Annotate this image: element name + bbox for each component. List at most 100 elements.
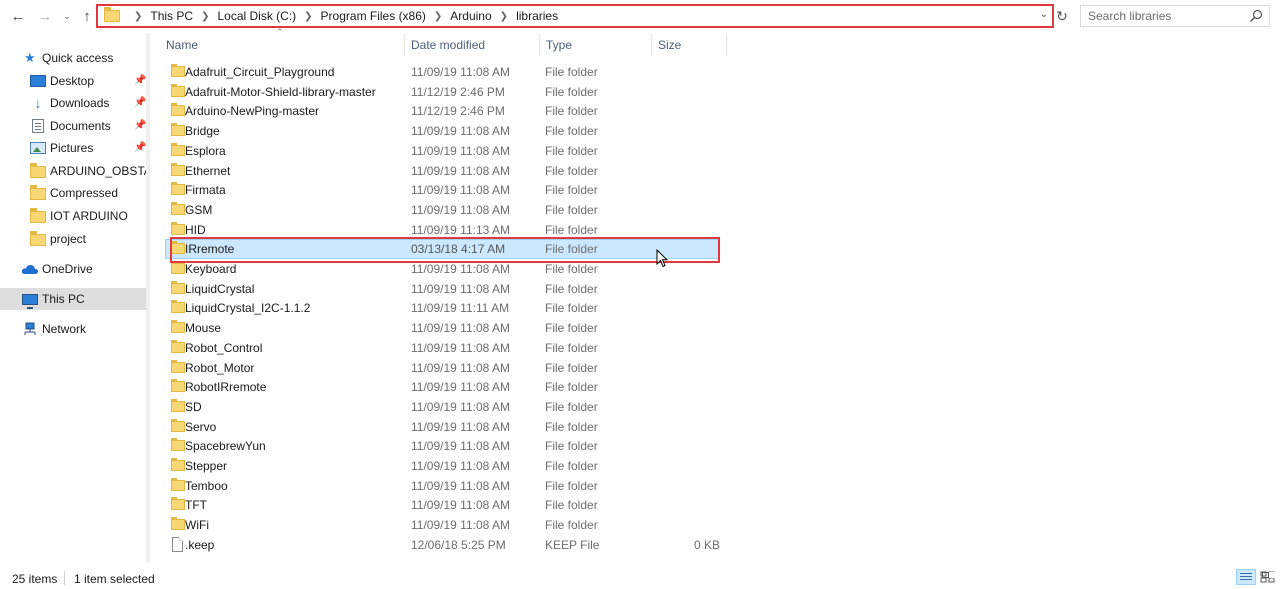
sidebar-item-network[interactable]: Network [0, 318, 146, 340]
file-type: File folder [545, 400, 598, 414]
file-date-modified: 11/09/19 11:11 AM [411, 301, 510, 315]
sidebar-item-documents[interactable]: Documents 📌 [0, 115, 146, 137]
file-row[interactable]: WiFi 11/09/19 11:08 AM File folder [165, 515, 720, 535]
sidebar-item-iot-arduino[interactable]: IOT ARDUINO [0, 205, 146, 227]
pin-icon[interactable]: 📌 [134, 142, 146, 153]
sidebar-scrollbar[interactable] [146, 33, 150, 563]
file-name: IRremote [185, 242, 235, 256]
status-bar: 25 items 1 item selected [0, 566, 1280, 589]
file-row[interactable]: Servo 11/09/19 11:08 AM File folder [165, 417, 720, 437]
details-view-button[interactable] [1236, 569, 1256, 585]
sidebar-item-desktop[interactable]: Desktop 📌 [0, 70, 146, 92]
file-size [655, 417, 720, 437]
breadcrumb-program-files[interactable]: Program Files (x86) [321, 9, 426, 23]
chevron-right-icon[interactable]: ❯ [134, 11, 142, 22]
file-row[interactable]: Bridge 11/09/19 11:08 AM File folder [165, 121, 720, 141]
search-input[interactable] [1088, 7, 1248, 25]
file-size [655, 515, 720, 535]
sidebar-item-downloads[interactable]: ↓ Downloads 📌 [0, 92, 147, 114]
file-row[interactable]: SpacebrewYun 11/09/19 11:08 AM File folder [165, 436, 720, 456]
file-size [655, 180, 720, 200]
file-date-modified: 11/09/19 11:08 AM [411, 439, 510, 453]
file-row[interactable]: SD 11/09/19 11:08 AM File folder [165, 397, 720, 417]
download-arrow-icon: ↓ [34, 95, 42, 111]
file-name: Temboo [185, 479, 228, 493]
column-header-size[interactable]: Size [652, 34, 727, 56]
file-size [655, 377, 720, 397]
file-size [655, 82, 720, 102]
file-row[interactable]: Robot_Control 11/09/19 11:08 AM File folde… [165, 338, 720, 358]
chevron-right-icon[interactable]: ❯ [434, 11, 442, 22]
file-row[interactable]: Robot_Motor 11/09/19 11:08 AM File folder [165, 358, 720, 378]
search-icon[interactable] [1249, 9, 1263, 23]
pin-icon[interactable]: 📌 [134, 120, 146, 131]
breadcrumb-local-disk[interactable]: Local Disk (C:) [217, 9, 296, 23]
file-type: File folder [545, 341, 598, 355]
file-type: File folder [545, 420, 598, 434]
file-name: Bridge [185, 124, 220, 138]
address-bar[interactable]: ❯ This PC ❯ Local Disk (C:) ❯ Program Fi… [96, 4, 1054, 28]
folder-icon [104, 7, 120, 22]
status-divider [64, 571, 65, 585]
back-button[interactable]: ← [8, 6, 28, 26]
file-size [655, 141, 720, 161]
file-row[interactable]: IRremote 03/13/18 4:17 AM File folder [165, 239, 720, 259]
file-row[interactable]: Temboo 11/09/19 11:08 AM File folder [165, 476, 720, 496]
column-header-name[interactable]: Name [160, 34, 405, 56]
file-type: File folder [545, 479, 598, 493]
file-row[interactable]: HID 11/09/19 11:13 AM File folder [165, 220, 720, 240]
file-row[interactable]: Esplora 11/09/19 11:08 AM File folder [165, 141, 720, 161]
file-row[interactable]: .keep 12/06/18 5:25 PM KEEP File 0 KB [165, 535, 720, 555]
breadcrumb-arduino[interactable]: Arduino [450, 9, 491, 23]
folder-icon [171, 379, 185, 392]
column-header-date[interactable]: Date modified [405, 34, 540, 56]
pin-icon[interactable]: 📌 [134, 75, 146, 86]
item-count: 25 items [12, 572, 58, 586]
sidebar-item-quick-access[interactable]: ★ Quick access [0, 47, 146, 69]
chevron-right-icon[interactable]: ❯ [201, 11, 209, 22]
file-type: File folder [545, 104, 598, 118]
chevron-right-icon[interactable]: ❯ [500, 11, 508, 22]
mouse-cursor-icon [656, 249, 668, 268]
file-row[interactable]: Arduino-NewPing-master 11/12/19 2:46 PM Fi… [165, 101, 720, 121]
sidebar-item-this-pc[interactable]: This PC [0, 288, 146, 310]
star-icon: ★ [24, 50, 36, 65]
large-icons-view-button[interactable] [1258, 569, 1278, 585]
file-row[interactable]: Firmata 11/09/19 11:08 AM File folder [165, 180, 720, 200]
folder-icon [171, 360, 185, 373]
forward-button[interactable]: → [35, 6, 55, 26]
pin-icon[interactable]: 📌 [134, 97, 146, 108]
file-type: File folder [545, 380, 598, 394]
refresh-button[interactable]: ↻ [1054, 7, 1070, 25]
sidebar-item-pictures[interactable]: Pictures 📌 [0, 137, 146, 159]
file-row[interactable]: Adafruit_Circuit_Playground 11/09/19 11:0… [165, 62, 720, 82]
address-toolbar: ← → ⌄ ↑ ❯ This PC ❯ Local Disk (C:) ❯ Pr… [0, 0, 1280, 33]
file-size [655, 62, 720, 82]
file-row[interactable]: Keyboard 11/09/19 11:08 AM File folder [165, 259, 720, 279]
file-row[interactable]: LiquidCrystal_I2C-1.1.2 11/09/19 11:11 AM… [165, 298, 720, 318]
search-box[interactable] [1080, 5, 1270, 27]
file-row[interactable]: Stepper 11/09/19 11:08 AM File folder [165, 456, 720, 476]
chevron-right-icon[interactable]: ❯ [304, 11, 312, 22]
breadcrumb-libraries[interactable]: libraries [516, 9, 558, 23]
file-row[interactable]: TFT 11/09/19 11:08 AM File folder [165, 495, 720, 515]
breadcrumb-this-pc[interactable]: This PC [150, 9, 193, 23]
folder-icon [171, 222, 185, 235]
file-row[interactable]: Adafruit-Motor-Shield-library-master 11/1… [165, 82, 720, 102]
sidebar-item-onedrive[interactable]: OneDrive [0, 258, 146, 280]
file-row[interactable]: Mouse 11/09/19 11:08 AM File folder [165, 318, 720, 338]
file-row[interactable]: LiquidCrystal 11/09/19 11:08 AM File folde… [165, 279, 720, 299]
address-dropdown-icon[interactable]: ⌄ [1040, 9, 1048, 20]
column-header-type[interactable]: Type [540, 34, 652, 56]
up-button[interactable]: ↑ [77, 6, 97, 26]
file-row[interactable]: Ethernet 11/09/19 11:08 AM File folder [165, 161, 720, 181]
recent-locations-button[interactable]: ⌄ [57, 6, 77, 26]
folder-icon [171, 241, 185, 254]
file-size [655, 101, 720, 121]
file-row[interactable]: RobotIRremote 11/09/19 11:08 AM File folde… [165, 377, 720, 397]
file-size [655, 220, 720, 240]
file-row[interactable]: GSM 11/09/19 11:08 AM File folder [165, 200, 720, 220]
sidebar-item-arduino-obstacle[interactable]: ARDUINO_OBSTACL [0, 160, 146, 182]
sidebar-item-project[interactable]: project [0, 228, 146, 250]
sidebar-item-compressed[interactable]: Compressed [0, 182, 146, 204]
